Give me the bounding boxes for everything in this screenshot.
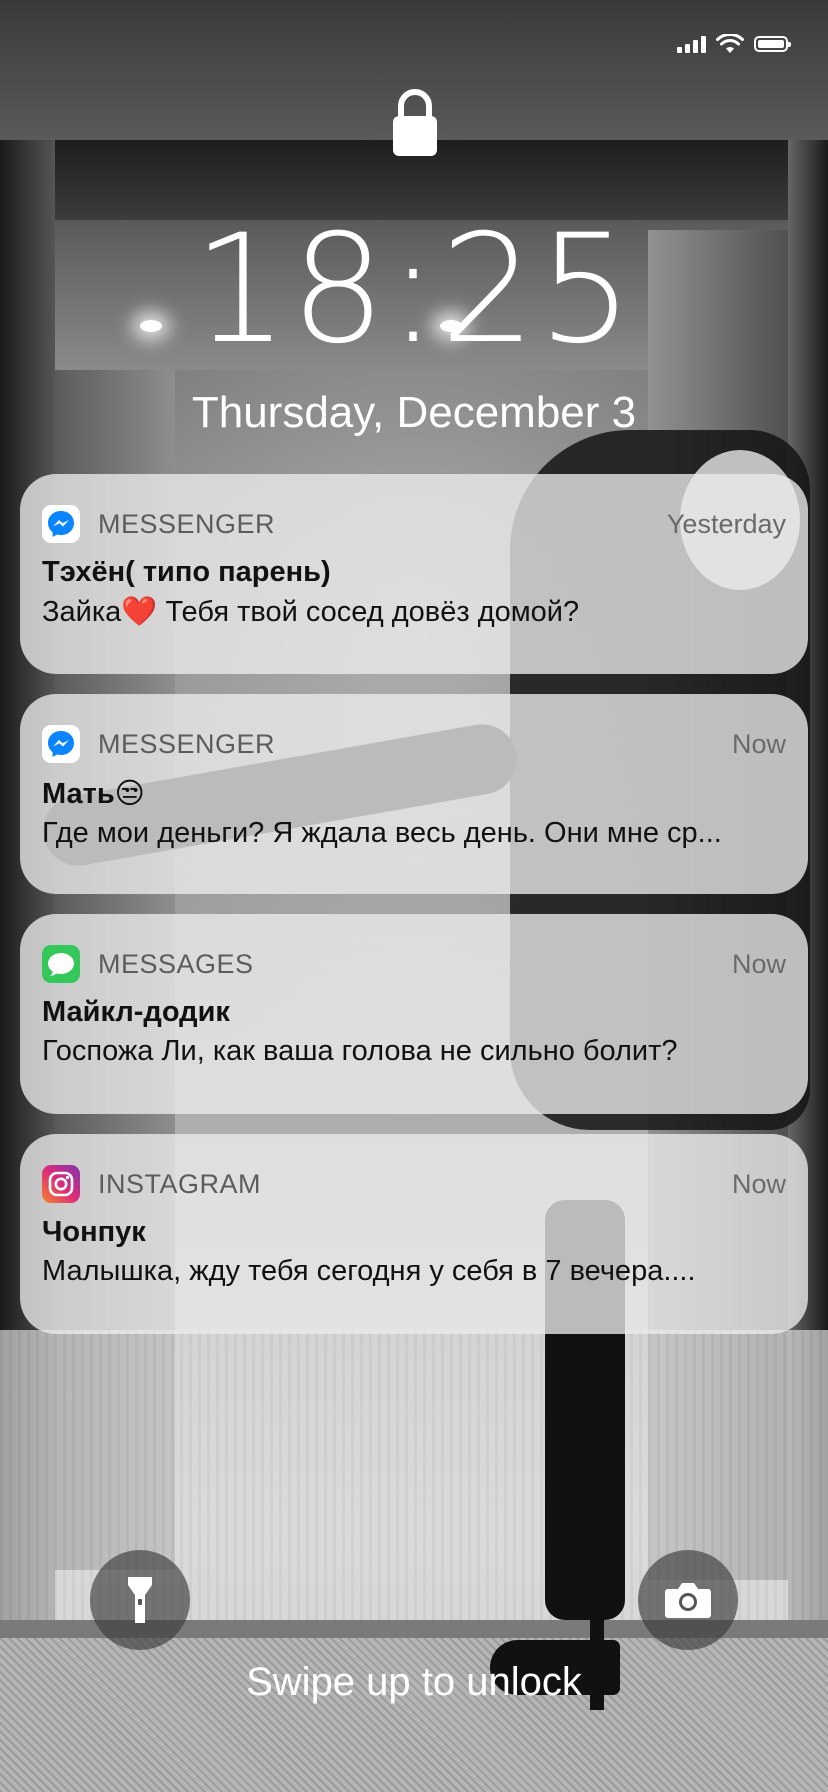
notification-time: Yesterday — [666, 508, 786, 539]
notification-card[interactable]: MESSENGER Now Мать😒 Где мои деньги? Я жд… — [20, 694, 808, 894]
wifi-icon — [716, 34, 744, 53]
notification-app-name: MESSAGES — [98, 948, 254, 979]
flashlight-icon — [128, 1577, 152, 1623]
notification-time: Now — [731, 728, 786, 759]
notification-card[interactable]: INSTAGRAM Now Чонпук Малышка, жду тебя с… — [20, 1134, 808, 1334]
cellular-signal-icon — [677, 35, 706, 53]
swipe-up-hint: Swipe up to unlock — [246, 1660, 582, 1704]
notification-title: Чонпук — [42, 1216, 146, 1248]
lock-icon — [393, 89, 437, 156]
lock-screen-date: Thursday, December 3 — [191, 388, 637, 437]
battery-icon — [754, 36, 791, 52]
status-bar — [677, 34, 791, 54]
notification-title: Мать😒 — [42, 778, 145, 810]
notification-app-name: MESSENGER — [98, 728, 276, 759]
lock-screen-clock: 18:25 — [192, 203, 636, 377]
battery-level — [758, 40, 784, 48]
notification-time: Now — [731, 948, 786, 979]
notification-app-name: MESSENGER — [98, 508, 276, 539]
messages-icon — [42, 945, 80, 983]
notification-app-name: INSTAGRAM — [98, 1168, 262, 1199]
notification-body: Малышка, жду тебя сегодня у себя в 7 веч… — [42, 1255, 696, 1287]
flashlight-button[interactable] — [90, 1550, 190, 1650]
notification-title: Тэхён( типо парень) — [42, 556, 331, 588]
notification-body: Где мои деньги? Я ждала весь день. Они м… — [42, 817, 722, 849]
notification-card[interactable]: MESSENGER Yesterday Тэхён( типо парень) … — [20, 474, 808, 674]
instagram-icon — [42, 1165, 80, 1203]
notification-title: Майкл-додик — [42, 996, 230, 1028]
notification-body: Госпожа Ли, как ваша голова не сильно бо… — [42, 1035, 678, 1067]
notification-card[interactable]: MESSAGES Now Майкл-додик Госпожа Ли, как… — [20, 914, 808, 1114]
camera-button[interactable] — [638, 1550, 738, 1650]
notification-body: Зайка❤️ Тебя твой сосед довёз домой? — [42, 596, 580, 628]
notification-time: Now — [731, 1168, 786, 1199]
messenger-icon — [42, 725, 80, 763]
messenger-icon — [42, 505, 80, 543]
camera-icon — [665, 1583, 711, 1618]
